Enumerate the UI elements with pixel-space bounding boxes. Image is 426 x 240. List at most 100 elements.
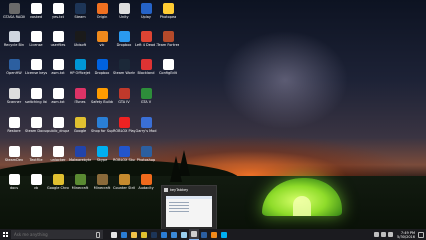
desktop-icon[interactable]: vb bbox=[25, 174, 47, 190]
desktop-icon[interactable]: public_drupal bbox=[47, 117, 69, 133]
task-view-icon bbox=[111, 231, 117, 238]
desktop-icon[interactable]: asm.txt bbox=[47, 59, 69, 75]
taskbar-notepad-button[interactable] bbox=[179, 229, 189, 240]
desktop-icon[interactable]: Recycle Bin bbox=[3, 31, 25, 47]
notifications-icon[interactable] bbox=[418, 231, 424, 238]
desktop-icon[interactable]: Google Chrome bbox=[47, 174, 69, 190]
desktop-icon-label: Counter Strike bbox=[113, 186, 135, 190]
desktop-icon[interactable]: License keys bbox=[25, 59, 47, 75]
desktop-icon[interactable]: userfiles bbox=[47, 31, 69, 47]
search-input[interactable] bbox=[14, 232, 84, 237]
app-icon bbox=[118, 31, 130, 42]
desktop-icon[interactable]: Steam bbox=[69, 3, 91, 19]
desktop-icon[interactable]: Minecraft bbox=[91, 174, 113, 190]
desktop-icon[interactable]: Team Fortress 2 bbox=[157, 31, 179, 47]
chevron-up-icon[interactable] bbox=[374, 232, 380, 237]
taskbar-photoshop-button[interactable] bbox=[199, 229, 209, 240]
app-icon bbox=[8, 3, 20, 14]
desktop-icon[interactable]: Ubisoft bbox=[69, 31, 91, 47]
desktop-icon[interactable]: Minecraft bbox=[69, 174, 91, 190]
desktop-icon[interactable]: ROBLOX Studio bbox=[113, 146, 135, 162]
start-button[interactable] bbox=[0, 229, 10, 240]
desktop-icon[interactable]: Safety Builder bbox=[91, 88, 113, 104]
desktop-icon[interactable]: Origin bbox=[91, 3, 113, 19]
desktop-icon-label: TextFile bbox=[29, 158, 43, 162]
desktop-icon-label: Dropbox bbox=[94, 71, 110, 75]
desktop-icon[interactable]: Uplay bbox=[135, 3, 157, 19]
network-icon[interactable] bbox=[381, 232, 387, 237]
desktop-icon[interactable]: vlc bbox=[91, 31, 113, 47]
desktop-icon[interactable]: yes.txt bbox=[47, 3, 69, 19]
app-icon bbox=[162, 31, 174, 42]
desktop-icon[interactable]: TextFile bbox=[25, 146, 47, 162]
desktop-icon[interactable]: Restore bbox=[3, 117, 25, 133]
desktop-icon[interactable]: Photopea bbox=[157, 3, 179, 19]
desktop-icon[interactable]: asm.txt bbox=[47, 88, 69, 104]
desktop-icon[interactable]: vosked bbox=[25, 3, 47, 19]
taskbar-skype-button[interactable] bbox=[219, 229, 229, 240]
microphone-icon[interactable] bbox=[96, 231, 100, 238]
taskbar-chrome-button[interactable] bbox=[139, 229, 149, 240]
tree-silhouette bbox=[170, 156, 182, 182]
desktop-icon[interactable]: Dropbox bbox=[113, 31, 135, 47]
app-icon bbox=[96, 117, 108, 128]
desktop-icon[interactable]: Skype bbox=[91, 146, 113, 162]
desktop-icon[interactable]: Photoshop bbox=[135, 146, 157, 162]
desktop-icon[interactable]: docs bbox=[3, 174, 25, 190]
desktop-icon-label: asm.txt bbox=[51, 71, 65, 75]
desktop-icon-label: Audacity bbox=[138, 186, 154, 190]
taskbar-settings-button[interactable] bbox=[189, 229, 199, 240]
cortana-search-box[interactable] bbox=[11, 230, 103, 239]
desktop-icon[interactable]: HP Officejet bbox=[69, 59, 91, 75]
desktop-icon[interactable]: GTA IV bbox=[113, 88, 135, 104]
taskbar-steam-button[interactable] bbox=[149, 229, 159, 240]
desktop-icon[interactable]: Google bbox=[69, 117, 91, 133]
app-icon bbox=[140, 146, 152, 157]
desktop-icon[interactable]: Counter Strike bbox=[113, 174, 135, 190]
taskbar-store-button[interactable] bbox=[159, 229, 169, 240]
taskbar-edge-button[interactable] bbox=[119, 229, 129, 240]
desktop-icon-label: Dropbox bbox=[116, 43, 132, 47]
desktop-icon[interactable]: GTASA RADIO bbox=[3, 3, 25, 19]
desktop-icon[interactable]: Unity bbox=[113, 3, 135, 19]
desktop-icon[interactable]: Steam Workshop bbox=[113, 59, 135, 75]
taskbar-vlc-button[interactable] bbox=[209, 229, 219, 240]
desktop-icon-label: public_drupal bbox=[47, 129, 69, 133]
desktop-icon[interactable]: Malwarebytes bbox=[69, 146, 91, 162]
taskbar-window-preview[interactable]: keyTabkey bbox=[161, 185, 217, 231]
app-icon bbox=[140, 31, 152, 42]
desktop-icon[interactable]: Shop for Supplies bbox=[91, 117, 113, 133]
app-icon bbox=[52, 174, 64, 185]
desktop-icon[interactable]: iTunes bbox=[69, 88, 91, 104]
desktop-icon[interactable]: unlocker bbox=[47, 146, 69, 162]
desktop-icon-label: Shop for Supplies bbox=[91, 129, 113, 133]
desktop-icon[interactable]: Steam Document list bbox=[25, 117, 47, 133]
volume-icon[interactable] bbox=[388, 232, 394, 237]
desktop-icon[interactable]: Garry's Mod bbox=[135, 117, 157, 133]
taskbar-mail-button[interactable] bbox=[169, 229, 179, 240]
desktop-icon[interactable]: Left 4 Dead 2 bbox=[135, 31, 157, 47]
app-icon bbox=[140, 88, 152, 99]
desktop-icon[interactable]: OpenHW bbox=[3, 59, 25, 75]
desktop-icon[interactable]: GTA V bbox=[135, 88, 157, 104]
desktop-icon[interactable]: SteamDev bbox=[3, 146, 25, 162]
clock[interactable]: 7:49 PM 5/30/2016 bbox=[397, 231, 415, 239]
app-icon bbox=[8, 174, 20, 185]
taskbar-task-view-button[interactable] bbox=[109, 229, 119, 240]
app-icon bbox=[30, 88, 42, 99]
taskbar-file-explorer-button[interactable] bbox=[129, 229, 139, 240]
desktop-icon[interactable]: switching list bbox=[25, 88, 47, 104]
mail-icon bbox=[171, 231, 177, 238]
desktop-icon[interactable]: ConfigEdit bbox=[157, 59, 179, 75]
desktop-icon[interactable]: License bbox=[25, 31, 47, 47]
desktop-icon[interactable]: Audacity bbox=[135, 174, 157, 190]
desktop-icon[interactable]: Blockland bbox=[135, 59, 157, 75]
windows-logo-icon bbox=[2, 232, 8, 237]
desktop-icon[interactable]: Scanner bbox=[3, 88, 25, 104]
settings-icon bbox=[191, 231, 197, 237]
desktop-icon-label: Team Fortress 2 bbox=[157, 43, 179, 47]
desktop-icon[interactable]: Dropbox bbox=[91, 59, 113, 75]
preview-toolbar bbox=[166, 196, 212, 199]
app-icon bbox=[96, 3, 108, 14]
desktop-icon[interactable]: ROBLOX Player bbox=[113, 117, 135, 133]
